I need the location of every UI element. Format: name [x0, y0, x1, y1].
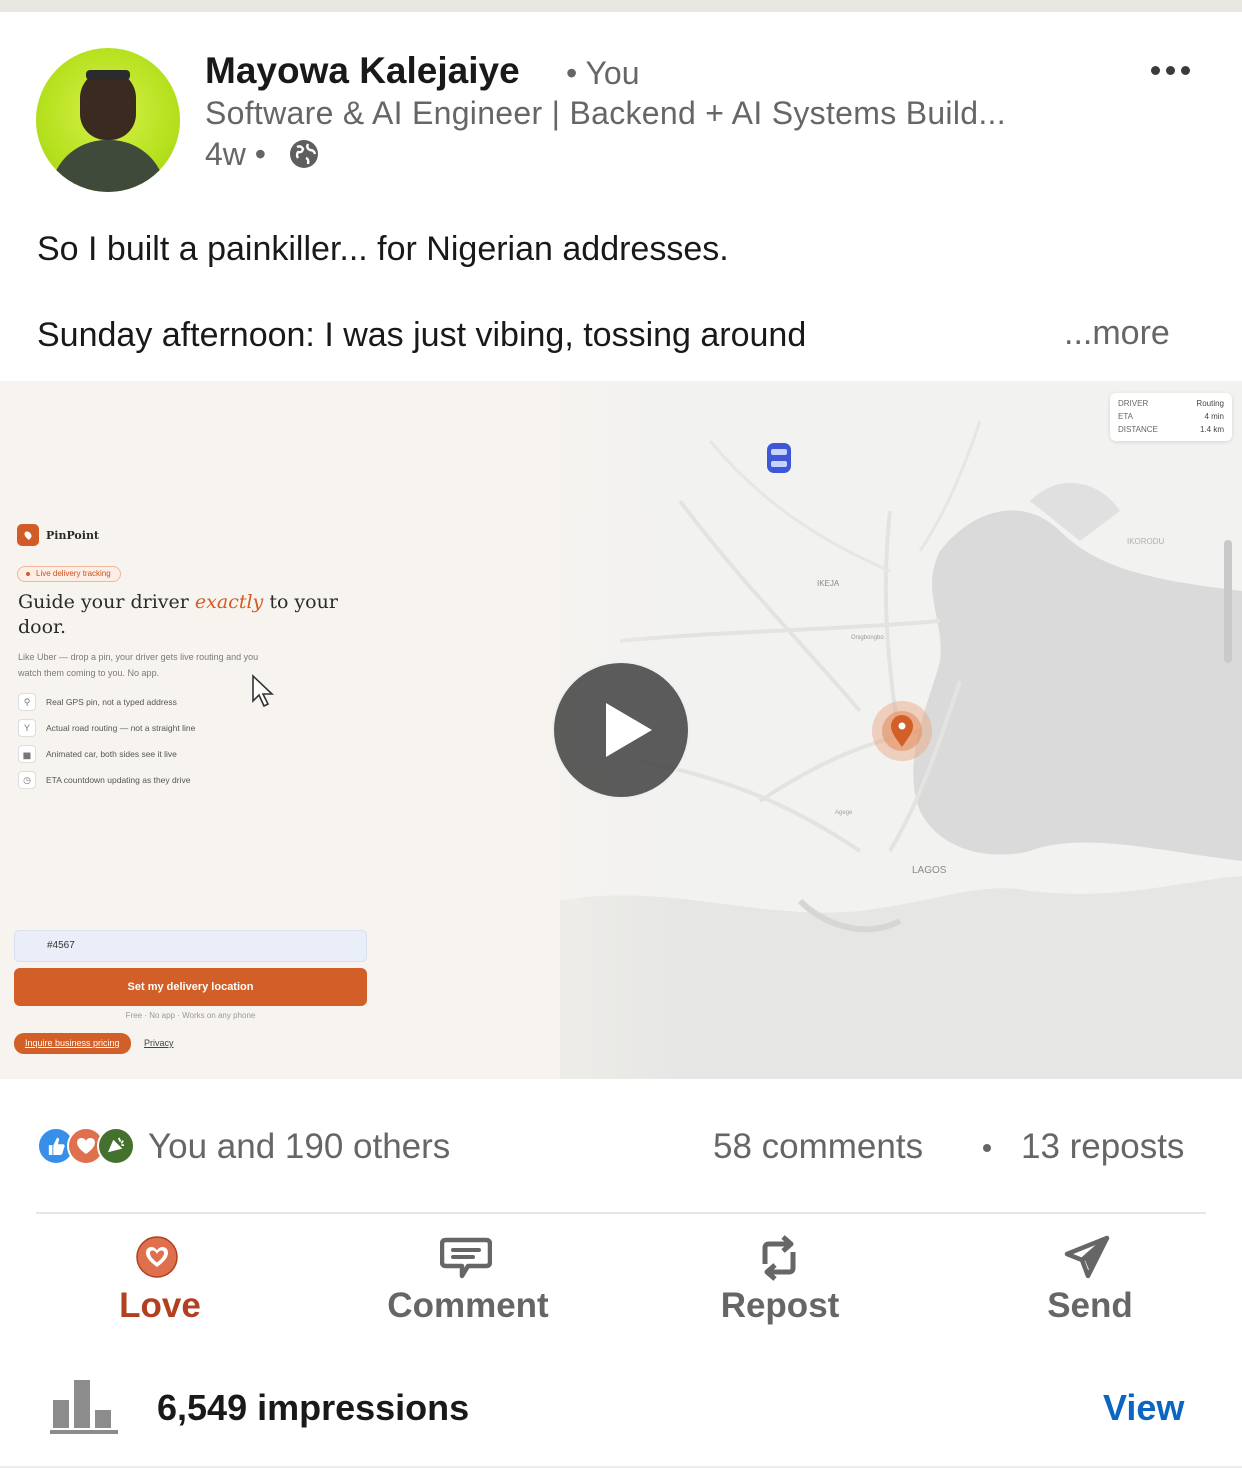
- feature-item: ⚲ Real GPS pin, not a typed address: [18, 693, 177, 711]
- map-label-oshodi: Onigbongbo: [851, 635, 884, 641]
- author-name[interactable]: Mayowa Kalejaiye: [205, 50, 520, 92]
- address-code-input[interactable]: #4567: [14, 930, 367, 962]
- reactions-summary[interactable]: You and 190 others: [148, 1127, 450, 1167]
- comment-icon: [440, 1237, 492, 1279]
- globe-icon: [290, 140, 318, 168]
- fine-print: Free · No app · Works on any phone: [125, 1011, 256, 1020]
- play-icon[interactable]: [552, 661, 690, 799]
- business-pricing-button[interactable]: Inquire business pricing: [14, 1033, 131, 1054]
- route-icon: Y: [18, 719, 36, 737]
- author-relation: • You: [566, 55, 640, 91]
- comment-button[interactable]: Comment: [368, 1230, 568, 1330]
- set-location-button[interactable]: Set my delivery location: [14, 968, 367, 1006]
- celebrate-icon: [97, 1127, 135, 1165]
- route-value-eta: 4 min: [1204, 412, 1224, 421]
- post-text-line-2: Sunday afternoon: I was just vibing, tos…: [37, 316, 807, 354]
- love-label: Love: [119, 1286, 201, 1325]
- map-label-agege: Agege: [835, 810, 853, 816]
- separator-dot: [983, 1144, 991, 1152]
- repost-label: Repost: [720, 1286, 840, 1325]
- feature-item: ◷ ETA countdown updating as they drive: [18, 771, 190, 789]
- feature-label: Real GPS pin, not a typed address: [46, 697, 177, 707]
- send-label: Send: [1047, 1286, 1133, 1325]
- feature-item: Y Actual road routing — not a straight li…: [18, 719, 195, 737]
- map-label-ikeja: IKEJA: [817, 579, 840, 588]
- privacy-link[interactable]: Privacy: [144, 1038, 174, 1048]
- send-button[interactable]: Send: [1020, 1230, 1160, 1330]
- route-key-distance: DISTANCE: [1118, 425, 1158, 434]
- send-icon: [1064, 1235, 1110, 1279]
- clock-icon: ◷: [18, 771, 36, 789]
- route-key-eta: ETA: [1118, 412, 1133, 421]
- route-value-driver: Routing: [1196, 399, 1224, 408]
- top-band: [0, 0, 1242, 12]
- feature-label: ETA countdown updating as they drive: [46, 775, 191, 785]
- comment-label: Comment: [387, 1286, 549, 1325]
- avatar-glasses: [86, 70, 130, 80]
- avatar-body: [50, 140, 166, 192]
- feature-label: Actual road routing — not a straight lin…: [46, 723, 196, 733]
- scrollbar[interactable]: [1224, 540, 1232, 663]
- view-analytics-link[interactable]: View: [1103, 1387, 1184, 1429]
- love-icon: [136, 1236, 178, 1278]
- repost-button[interactable]: Repost: [700, 1230, 860, 1330]
- author-headline: Software & AI Engineer | Backend + AI Sy…: [205, 95, 1006, 131]
- promo-subtitle: Like Uber — drop a pin, your driver gets…: [18, 652, 259, 678]
- map-label-ikorodu: IKORODU: [1127, 537, 1165, 546]
- see-more-link[interactable]: ...more: [1064, 314, 1170, 353]
- feature-item: ▅ Animated car, both sides see it live: [18, 745, 177, 763]
- live-tracking-pill: Live delivery tracking: [17, 566, 121, 582]
- love-button[interactable]: Love: [90, 1230, 230, 1330]
- car-icon: ▅: [18, 745, 36, 763]
- avatar[interactable]: [36, 48, 180, 192]
- route-key-driver: DRIVER: [1118, 399, 1149, 408]
- map-label-lagos: LAGOS: [912, 865, 947, 876]
- promo-title: Guide your driver exactly to your door.: [18, 590, 348, 640]
- analytics-bar-icon: [50, 1380, 118, 1434]
- post-text-line-1: So I built a painkiller... for Nigerian …: [37, 230, 729, 268]
- impressions-count: 6,549 impressions: [157, 1387, 470, 1428]
- promo-title-pre: Guide your driver: [18, 591, 195, 613]
- more-horizontal-icon[interactable]: [1146, 56, 1194, 84]
- route-value-distance: 1.4 km: [1199, 425, 1224, 434]
- feature-label: Animated car, both sides see it live: [46, 749, 177, 759]
- post-time: 4w •: [205, 136, 266, 172]
- reaction-icons[interactable]: [37, 1127, 137, 1167]
- pin-icon: ⚲: [18, 693, 36, 711]
- video-preview[interactable]: IKEJA Onigbongbo LAGOS IKORODU Agege Pin…: [0, 381, 1242, 1079]
- brand-name: PinPoint: [46, 529, 100, 542]
- route-info-card: DRIVER Routing ETA 4 min DISTANCE 1.4 km: [1110, 393, 1232, 441]
- repost-icon: [762, 1235, 796, 1281]
- divider: [36, 1212, 1206, 1214]
- mouse-cursor-icon: [252, 674, 275, 708]
- comments-count[interactable]: 58 comments: [713, 1127, 923, 1167]
- reposts-count[interactable]: 13 reposts: [1021, 1127, 1184, 1167]
- avatar-head: [80, 70, 136, 140]
- pinpoint-logo: [17, 524, 39, 546]
- promo-title-emphasis: exactly: [194, 591, 264, 613]
